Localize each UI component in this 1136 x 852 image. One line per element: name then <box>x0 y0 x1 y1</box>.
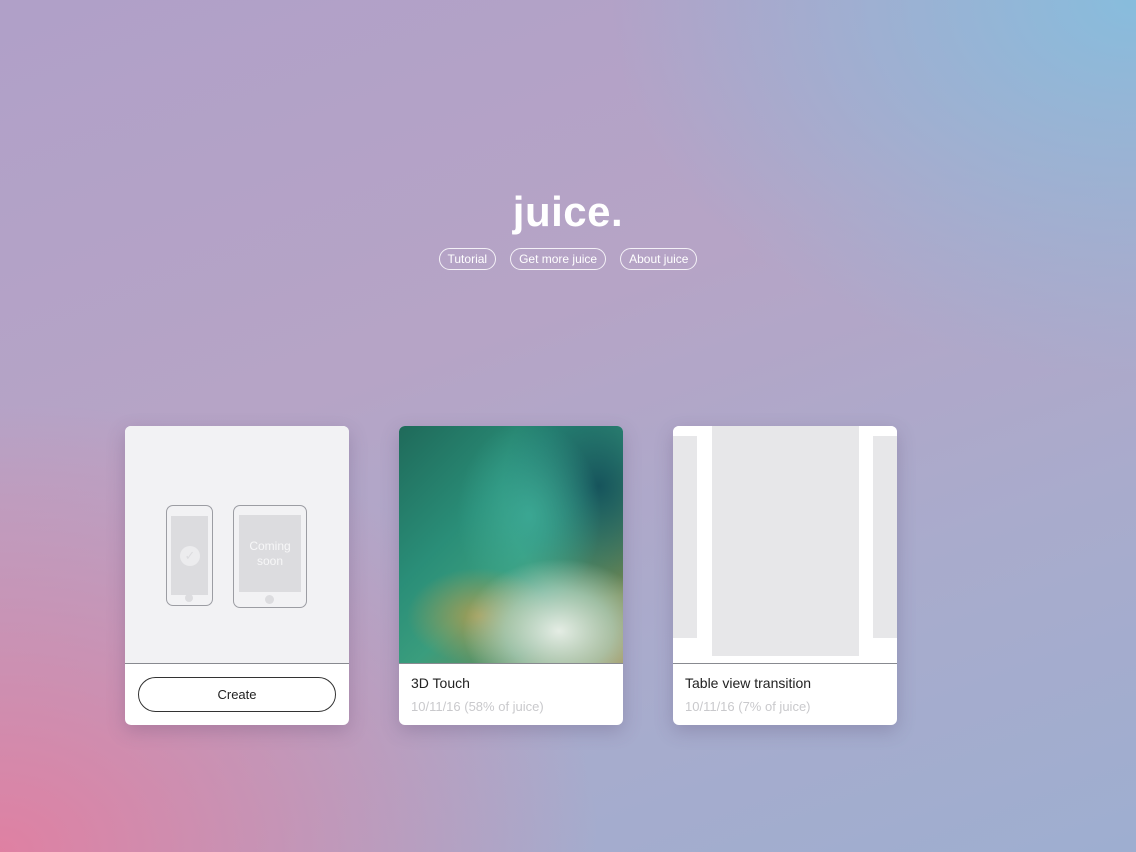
project-meta: 10/11/16 (7% of juice) <box>685 699 811 714</box>
top-nav: Tutorial Get more juice About juice <box>0 248 1136 270</box>
ipad-icon: Coming soon <box>233 505 307 608</box>
app-logo: juice. <box>512 188 624 235</box>
card-divider <box>399 663 623 664</box>
get-more-juice-button[interactable]: Get more juice <box>510 248 607 270</box>
iphone-icon: ✓ <box>166 505 213 606</box>
home-button-icon <box>265 595 274 604</box>
table-view-thumbnail <box>673 426 897 663</box>
coming-soon-label: Coming soon <box>239 515 301 592</box>
project-meta: 10/11/16 (58% of juice) <box>411 699 544 714</box>
project-card-3d-touch[interactable]: 3D Touch 10/11/16 (58% of juice) <box>399 426 623 725</box>
device-preview: ✓ Coming soon <box>125 426 349 663</box>
create-card: ✓ Coming soon Create <box>125 426 349 725</box>
placeholder-panel-right <box>873 436 897 638</box>
ocean-thumbnail-image <box>399 426 623 663</box>
tutorial-button[interactable]: Tutorial <box>438 248 497 270</box>
project-card-table-view-transition[interactable]: Table view transition 10/11/16 (7% of ju… <box>673 426 897 725</box>
about-juice-button[interactable]: About juice <box>620 248 698 270</box>
placeholder-panel-center <box>712 426 859 656</box>
home-button-icon <box>185 594 193 602</box>
create-button[interactable]: Create <box>138 677 336 712</box>
placeholder-panel-left <box>673 436 697 638</box>
iphone-screen: ✓ <box>171 516 208 595</box>
card-divider <box>673 663 897 664</box>
checkmark-icon: ✓ <box>180 546 200 566</box>
project-title: 3D Touch <box>411 675 470 691</box>
project-title: Table view transition <box>685 675 812 691</box>
card-divider <box>125 663 349 664</box>
